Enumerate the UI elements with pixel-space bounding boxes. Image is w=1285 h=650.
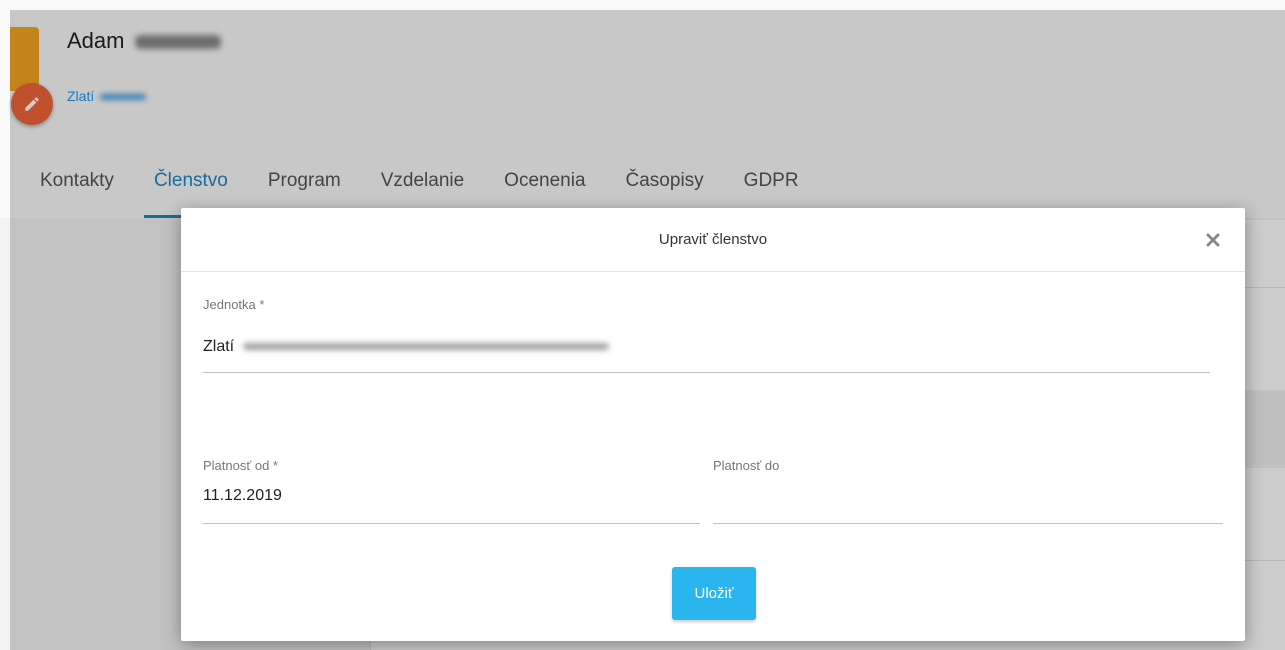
valid-to-field[interactable]: [713, 487, 1223, 511]
valid-to-underline: [713, 523, 1223, 524]
save-button[interactable]: Uložiť: [672, 567, 756, 620]
unit-field-label: Jednotka *: [203, 297, 265, 312]
dialog-title: Upraviť členstvo: [658, 231, 768, 248]
unit-field-underline: [203, 372, 1210, 373]
valid-from-underline: [203, 523, 700, 524]
valid-from-field[interactable]: 11.12.2019: [203, 487, 282, 505]
unit-field-value: Zlatí: [203, 338, 235, 355]
close-button[interactable]: [1201, 228, 1225, 252]
valid-from-label: Platnosť od *: [203, 458, 278, 473]
valid-to-label: Platnosť do: [713, 458, 780, 473]
redacted-unit-value: [242, 343, 609, 351]
unit-field[interactable]: Zlatí: [203, 338, 609, 356]
page: Adam Zlatí Kontakty Členstvo Program Vzd…: [0, 0, 1285, 650]
edit-membership-dialog: Upraviť členstvo Jednotka * Zlatí Platno…: [181, 208, 1245, 641]
dialog-header: Upraviť členstvo: [181, 208, 1245, 272]
close-icon: [1206, 233, 1220, 247]
